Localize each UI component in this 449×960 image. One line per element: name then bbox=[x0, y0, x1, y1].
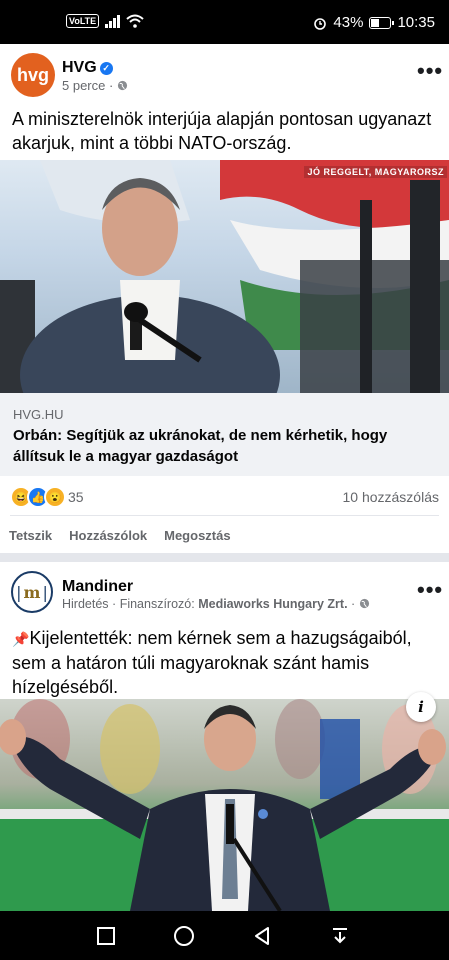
battery-percent: 43% bbox=[333, 14, 364, 31]
status-bar: VoLTE 43% 10:35 bbox=[0, 0, 449, 44]
more-options-icon[interactable]: ••• bbox=[417, 58, 443, 84]
meta-separator: · bbox=[351, 597, 356, 611]
meta-separator: · bbox=[109, 78, 114, 93]
comment-button[interactable]: Hozzászólok bbox=[69, 528, 147, 543]
mandiner-logo-letter: m bbox=[14, 583, 50, 602]
verified-icon: ✓ bbox=[99, 62, 113, 75]
post-author-name[interactable]: Mandiner bbox=[62, 578, 133, 596]
link-source: HVG.HU bbox=[13, 407, 64, 422]
studio-photo bbox=[0, 160, 449, 393]
recent-apps-icon[interactable] bbox=[93, 923, 119, 949]
alarm-icon bbox=[314, 17, 327, 30]
funder-label: Finanszírozó: bbox=[119, 597, 195, 611]
post-meta: Hirdetés · Finanszírozó: Mediaworks Hung… bbox=[62, 597, 370, 611]
funder-name[interactable]: Mediaworks Hungary Zrt. bbox=[198, 597, 347, 611]
image-caption: JÓ REGGELT, MAGYARORSZ bbox=[304, 166, 447, 178]
sponsored-label[interactable]: Hirdetés bbox=[62, 597, 109, 611]
share-button[interactable]: Megosztás bbox=[164, 528, 230, 543]
volte-indicator: VoLTE bbox=[66, 14, 100, 28]
like-button[interactable]: Tetszik bbox=[9, 528, 52, 543]
post-meta: 5 perce · bbox=[62, 78, 128, 93]
wow-reaction-icon: 😮 bbox=[44, 486, 66, 508]
post-text: 📌Kijelentették: nem kérnek sem a hazugsá… bbox=[12, 626, 437, 699]
post-text: A miniszterelnök interjúja alapján ponto… bbox=[12, 109, 432, 153]
hvg-avatar[interactable]: hvg bbox=[11, 53, 55, 97]
globe-icon bbox=[359, 598, 369, 609]
pin-icon: 📌 bbox=[12, 631, 30, 647]
clock: 10:35 bbox=[397, 14, 435, 31]
signal-icon bbox=[105, 14, 121, 28]
post-separator bbox=[0, 553, 449, 562]
post-author[interactable]: HVG ✓ bbox=[62, 59, 113, 77]
back-icon[interactable] bbox=[249, 923, 275, 949]
comment-count[interactable]: 10 hozzászólás bbox=[342, 489, 439, 505]
navigation-bar bbox=[0, 911, 449, 960]
link-preview[interactable]: HVG.HU Orbán: Segítjük az ukránokat, de … bbox=[0, 393, 449, 476]
mandiner-avatar[interactable]: m bbox=[11, 571, 53, 613]
wifi-icon bbox=[126, 14, 144, 28]
post-actions: Tetszik Hozzászólok Megosztás bbox=[9, 528, 231, 543]
post-image[interactable] bbox=[0, 699, 449, 911]
meta-separator: · bbox=[112, 597, 117, 611]
reaction-icons[interactable]: 😆 👍 😮 bbox=[10, 486, 66, 508]
info-icon[interactable]: i bbox=[406, 692, 436, 722]
post-author-name[interactable]: HVG bbox=[62, 59, 97, 76]
globe-icon bbox=[117, 80, 128, 91]
more-options-icon[interactable]: ••• bbox=[417, 577, 443, 603]
post-image[interactable]: JÓ REGGELT, MAGYARORSZ bbox=[0, 160, 449, 393]
link-title: Orbán: Segítjük az ukránokat, de nem kér… bbox=[13, 427, 388, 465]
post-text-content: Kijelentették: nem kérnek sem a hazugság… bbox=[12, 628, 412, 697]
rally-photo bbox=[0, 699, 449, 911]
home-icon[interactable] bbox=[171, 923, 197, 949]
reaction-count[interactable]: 35 bbox=[68, 489, 84, 505]
notification-pull-icon[interactable] bbox=[327, 923, 353, 949]
battery-icon bbox=[369, 16, 395, 29]
post-time[interactable]: 5 perce bbox=[62, 78, 105, 93]
divider bbox=[10, 515, 439, 516]
